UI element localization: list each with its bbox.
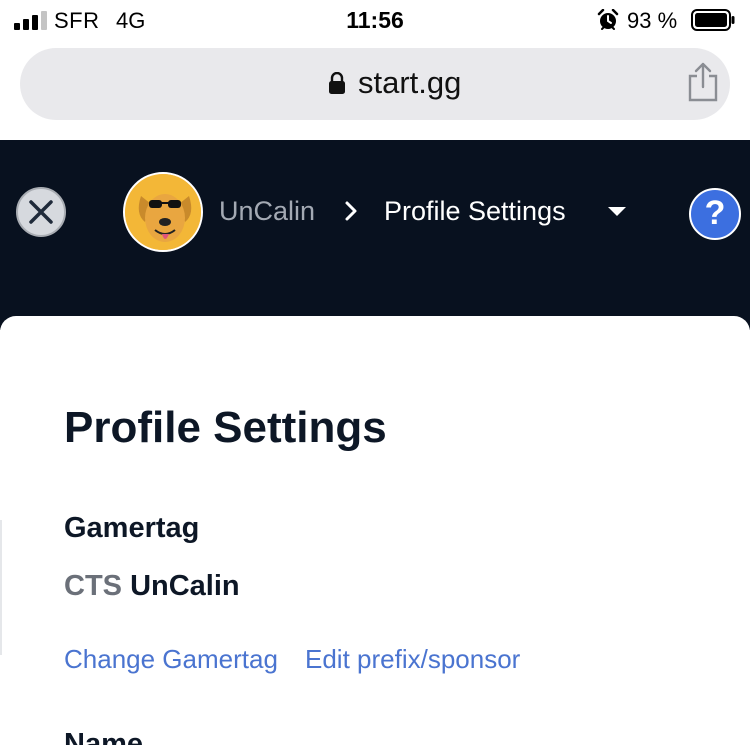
close-button[interactable] <box>16 187 66 237</box>
change-gamertag-link[interactable]: Change Gamertag <box>64 644 278 675</box>
status-bar: SFR 4G 11:56 93 % <box>0 0 750 40</box>
divider <box>0 520 2 655</box>
battery-icon <box>691 9 735 31</box>
gamertag-label: Gamertag <box>64 512 200 544</box>
site-header <box>0 140 750 330</box>
share-icon[interactable] <box>686 62 720 102</box>
url-bar[interactable]: start.gg <box>20 48 730 120</box>
battery-percent: 93 % <box>627 8 678 33</box>
help-button[interactable]: ? <box>689 188 741 240</box>
gamertag-prefix: CTS <box>64 570 122 602</box>
breadcrumb-user[interactable]: UnCalin <box>219 196 315 227</box>
chevron-right-icon <box>345 201 357 221</box>
page-title: Profile Settings <box>64 403 387 452</box>
close-icon <box>29 200 53 224</box>
caret-down-icon[interactable] <box>608 207 626 216</box>
avatar[interactable] <box>123 172 203 252</box>
lock-icon <box>329 72 345 94</box>
edit-prefix-link[interactable]: Edit prefix/sponsor <box>305 644 520 675</box>
breadcrumb-current-page[interactable]: Profile Settings <box>384 196 566 227</box>
help-icon: ? <box>704 194 726 232</box>
gamertag-name: UnCalin <box>130 570 240 602</box>
alarm-icon <box>597 9 619 30</box>
gamertag-value: CTS UnCalin <box>64 570 240 603</box>
name-label: Name <box>64 728 143 745</box>
url-text[interactable]: start.gg <box>358 65 461 101</box>
